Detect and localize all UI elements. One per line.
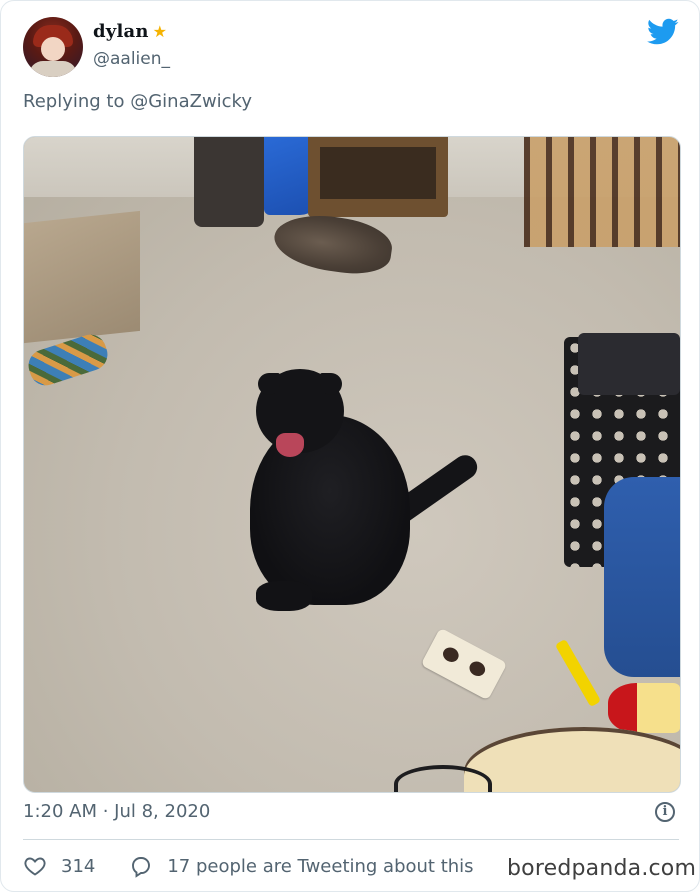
photo-blue-object — [604, 477, 680, 677]
tweet-card: dylan ★ @aalien_ Replying to @GinaZwicky — [0, 0, 700, 892]
star-emoji: ★ — [152, 21, 167, 41]
author-name-row[interactable]: dylan ★ — [93, 21, 167, 42]
info-icon[interactable]: i — [655, 802, 675, 822]
photo-black-cat-paw — [256, 581, 312, 611]
photo-railing — [524, 137, 680, 247]
photo-crate-top — [578, 333, 680, 395]
tweet-photo[interactable] — [23, 136, 681, 793]
conversation-action[interactable]: 17 people are Tweeting about this — [129, 854, 474, 878]
tweet-actions: 314 17 people are Tweeting about this — [23, 853, 474, 879]
speech-bubble-icon[interactable] — [129, 854, 153, 878]
photo-dark-box — [194, 137, 264, 227]
photo-black-cat-mouth — [276, 433, 304, 457]
like-action[interactable]: 314 — [23, 854, 95, 878]
divider — [23, 839, 679, 840]
user-handle[interactable]: @aalien_ — [93, 49, 170, 69]
watermark: boredpanda.com — [507, 856, 697, 881]
avatar-coat — [29, 61, 77, 77]
like-count: 314 — [61, 855, 96, 877]
reply-context: Replying to @GinaZwicky — [23, 91, 252, 112]
photo-rooster-toy — [608, 683, 680, 733]
photo-black-cat-ear-left — [258, 373, 280, 395]
conversation-text: 17 people are Tweeting about this — [167, 855, 474, 877]
avatar-face — [41, 37, 65, 61]
photo-cardboard — [24, 210, 140, 344]
reply-mention-link[interactable]: @GinaZwicky — [130, 91, 252, 112]
photo-black-cat-ear-right — [320, 373, 342, 395]
twitter-bird-icon[interactable] — [647, 18, 679, 46]
reply-prefix: Replying to — [23, 91, 125, 112]
photo-shelf-inner — [320, 147, 436, 199]
tweet-timestamp[interactable]: 1:20 AM · Jul 8, 2020 — [23, 801, 210, 822]
display-name[interactable]: dylan — [93, 21, 149, 42]
avatar[interactable] — [23, 17, 83, 77]
heart-icon[interactable] — [23, 854, 47, 878]
